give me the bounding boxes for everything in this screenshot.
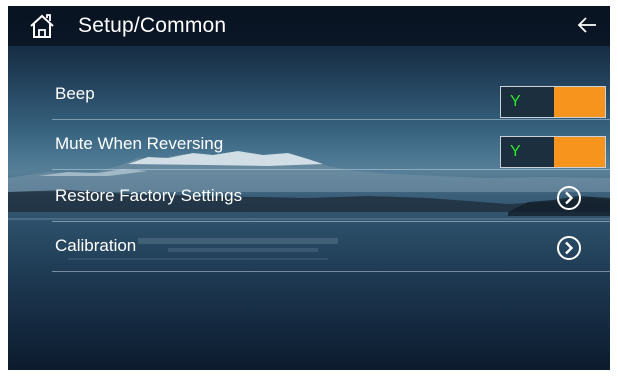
setting-row-beep: Beep Y (52, 70, 610, 120)
setting-row-mute-when-reversing: Mute When Reversing Y (52, 120, 610, 170)
beep-toggle-value: Y (501, 87, 554, 117)
page-title: Setup/Common (78, 14, 227, 37)
setting-label-calibration: Calibration (55, 236, 137, 255)
chevron-right-circle-icon[interactable] (556, 185, 582, 211)
header-bar: Setup/Common (8, 6, 610, 46)
mute-when-reversing-toggle-knob (554, 137, 605, 167)
setting-label-restore-factory-settings: Restore Factory Settings (55, 186, 243, 205)
setting-row-calibration[interactable]: Calibration (52, 222, 610, 272)
row-divider (52, 271, 610, 272)
row-divider (52, 169, 610, 170)
setting-label-beep: Beep (55, 84, 95, 103)
setting-row-restore-factory-settings[interactable]: Restore Factory Settings (52, 172, 610, 222)
mute-when-reversing-toggle[interactable]: Y (500, 136, 606, 168)
chevron-right-circle-icon[interactable] (556, 235, 582, 261)
screen: Setup/Common Beep Y Mute When Reversing … (8, 6, 610, 370)
setting-label-mute-when-reversing: Mute When Reversing (55, 134, 224, 153)
back-arrow-icon[interactable] (576, 14, 598, 36)
beep-toggle-knob (554, 87, 605, 117)
home-icon[interactable] (28, 13, 56, 39)
beep-toggle[interactable]: Y (500, 86, 606, 118)
mute-when-reversing-toggle-value: Y (501, 137, 554, 167)
